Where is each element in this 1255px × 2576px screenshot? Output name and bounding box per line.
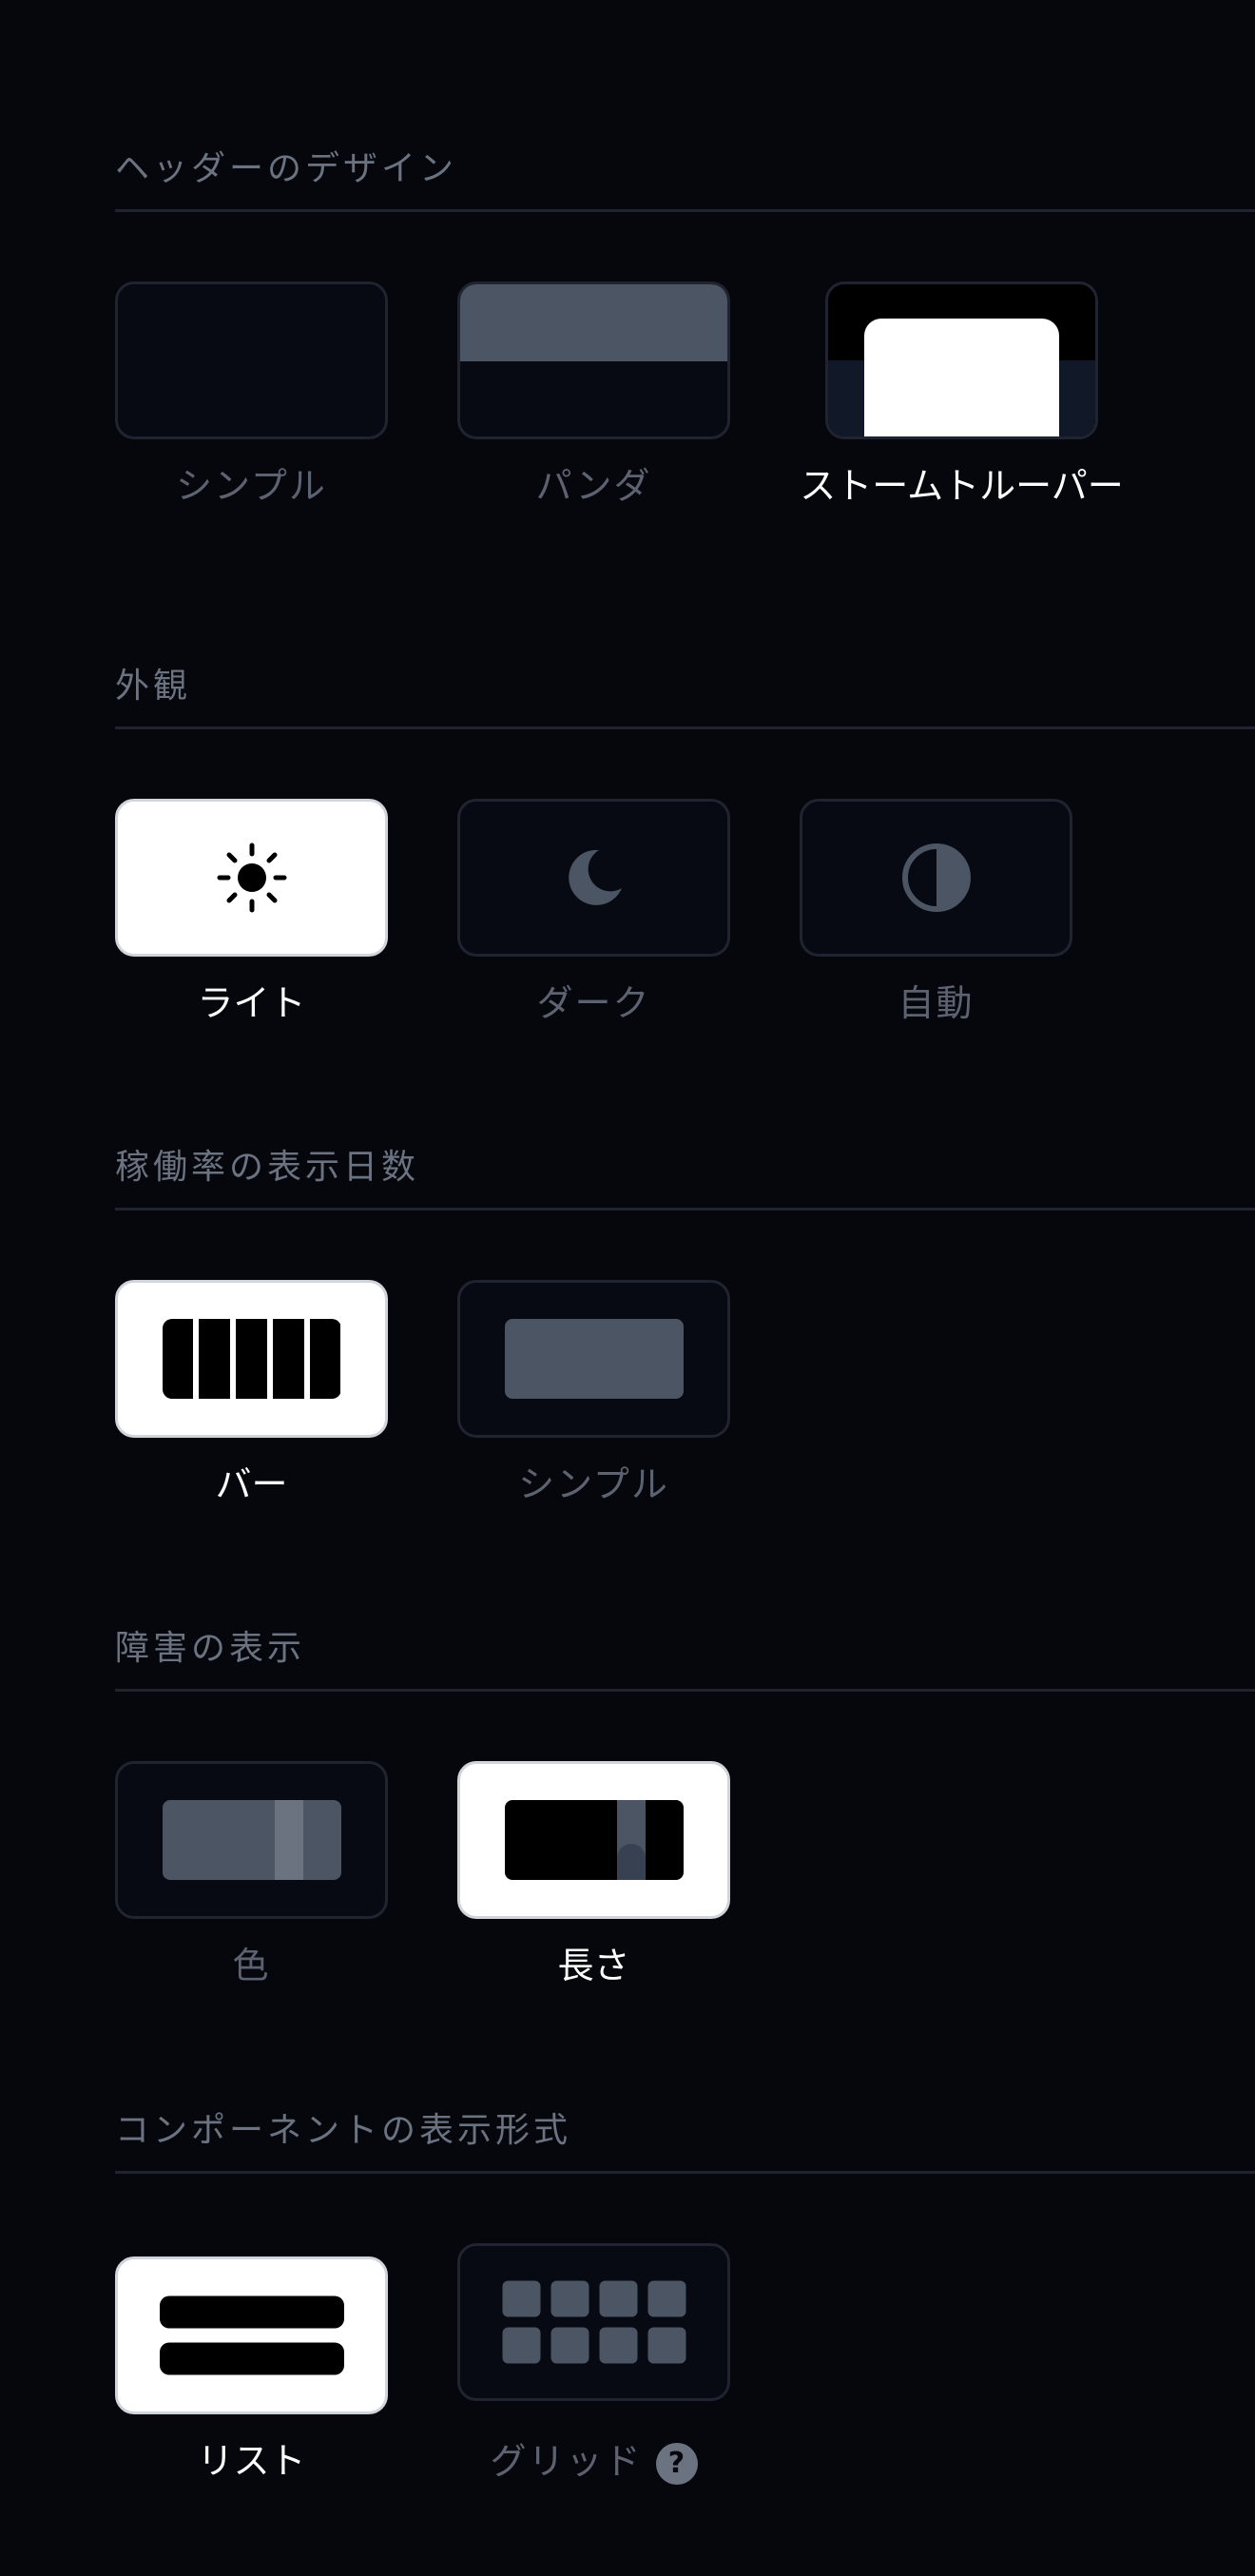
incident-length-knob — [616, 1844, 646, 1880]
option-component-list[interactable]: リスト — [115, 2256, 388, 2479]
appearance-section: 外観 ライト ダーク 自動 — [115, 667, 1255, 1021]
appearance-light-preview[interactable] — [115, 799, 388, 957]
grid-cell — [647, 2327, 685, 2364]
stormtrooper-card — [864, 319, 1059, 436]
sun-icon — [217, 843, 286, 913]
option-label: 自動 — [898, 982, 975, 1024]
help-icon[interactable]: ? — [655, 2443, 698, 2485]
section-divider — [115, 726, 1255, 729]
uptime-bar-preview[interactable] — [115, 1280, 388, 1438]
incident-color-graphic — [162, 1800, 341, 1880]
panda-header-band — [460, 284, 727, 361]
option-uptime-bar[interactable]: バー — [115, 1280, 388, 1502]
section-title-header-design: ヘッダーのデザイン — [115, 149, 458, 188]
option-header-simple[interactable]: シンプル — [115, 281, 388, 504]
option-appearance-auto[interactable]: 自動 — [800, 799, 1072, 1021]
uptime-bar-segment — [162, 1319, 194, 1399]
list-lines-graphic — [159, 2295, 344, 2375]
uptime-bar-segment — [309, 1319, 341, 1399]
option-appearance-light[interactable]: ライト — [115, 799, 388, 1021]
option-label: シンプル — [518, 1463, 669, 1505]
option-label: ストームトルーパー — [800, 465, 1124, 507]
incident-color-preview[interactable] — [115, 1761, 388, 1919]
grid-cell — [502, 2280, 540, 2317]
half-circle-icon — [901, 843, 971, 912]
component-grid-preview[interactable] — [457, 2243, 730, 2401]
uptime-simple-preview[interactable] — [457, 1280, 730, 1438]
grid-cell — [647, 2280, 685, 2317]
list-line — [159, 2342, 344, 2375]
appearance-auto-preview[interactable] — [800, 799, 1072, 957]
uptime-bar-segment — [236, 1319, 267, 1399]
section-title-appearance: 外観 — [115, 667, 192, 706]
uptime-simple-graphic — [504, 1319, 684, 1399]
list-line — [159, 2295, 344, 2329]
grid-cell — [550, 2280, 589, 2317]
grid-cells-graphic — [502, 2280, 685, 2364]
grid-cell — [502, 2327, 540, 2364]
section-title-incident-display: 障害の表示 — [115, 1629, 306, 1668]
incident-length-preview[interactable] — [457, 1761, 730, 1919]
option-label-grid: グリッド? — [381, 2443, 806, 2485]
grid-cell — [599, 2327, 637, 2364]
section-divider — [115, 1208, 1255, 1211]
grid-cell — [550, 2327, 589, 2364]
component-list-preview[interactable] — [115, 2256, 388, 2414]
incident-color-mark — [274, 1800, 303, 1880]
option-label: 長さ — [557, 1945, 630, 1986]
section-title-uptime-days: 稼働率の表示日数 — [115, 1148, 420, 1187]
uptime-days-section: 稼働率の表示日数 バー シンプル — [115, 1148, 1255, 1502]
uptime-bar-segment — [199, 1319, 231, 1399]
incident-display-section: 障害の表示 色 長さ — [115, 1629, 1255, 1984]
option-header-panda[interactable]: パンダ — [457, 281, 730, 504]
option-appearance-dark[interactable]: ダーク — [457, 799, 730, 1021]
section-divider — [115, 209, 1255, 212]
option-header-stormtrooper[interactable]: ストームトルーパー — [800, 281, 1124, 504]
option-incident-length[interactable]: 長さ — [457, 1761, 730, 1984]
header-panda-preview[interactable] — [457, 281, 730, 439]
appearance-dark-preview[interactable] — [457, 799, 730, 957]
section-divider — [115, 2171, 1255, 2174]
uptime-bars-graphic — [162, 1319, 341, 1399]
option-incident-color[interactable]: 色 — [115, 1761, 388, 1984]
header-stormtrooper-preview[interactable] — [825, 281, 1098, 439]
section-title-component-format: コンポーネントの表示形式 — [115, 2111, 572, 2150]
uptime-bar-segment — [272, 1319, 304, 1399]
header-simple-preview[interactable] — [115, 281, 388, 439]
section-divider — [115, 1689, 1255, 1692]
option-component-grid[interactable]: グリッド? — [457, 2243, 730, 2485]
component-format-section: コンポーネントの表示形式 リスト グリッド ? — [115, 2111, 1255, 2485]
moon-icon — [568, 849, 622, 905]
option-uptime-simple[interactable]: シンプル — [457, 1280, 730, 1502]
option-label-text: グリッド — [490, 2440, 643, 2483]
incident-length-graphic — [504, 1800, 684, 1880]
option-label: パンダ — [535, 465, 652, 507]
header-design-section: ヘッダーのデザイン シンプル パンダ ストームトルーパー — [115, 149, 1255, 504]
grid-cell — [599, 2280, 637, 2317]
